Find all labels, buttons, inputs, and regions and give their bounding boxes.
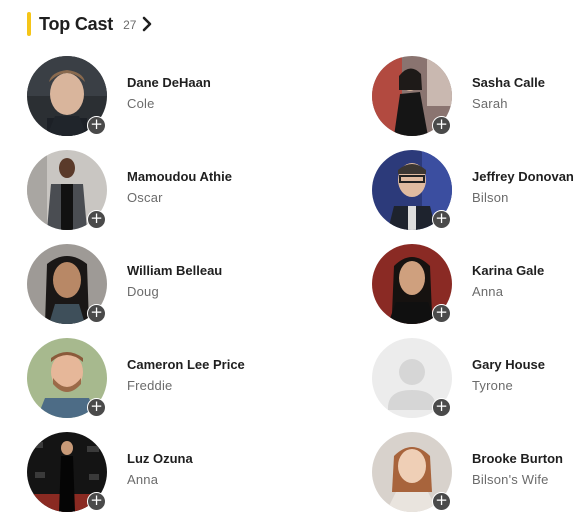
actor-name[interactable]: Gary House <box>472 356 545 374</box>
actor-name[interactable]: William Belleau <box>127 262 222 280</box>
character-name[interactable]: Anna <box>127 471 193 489</box>
cast-member[interactable]: + Dane DeHaan Cole <box>27 55 211 137</box>
character-name[interactable]: Sarah <box>472 95 545 113</box>
actor-name[interactable]: Sasha Calle <box>472 74 545 92</box>
add-icon[interactable]: + <box>87 398 106 417</box>
add-icon[interactable]: + <box>432 210 451 229</box>
cast-member[interactable]: + Luz Ozuna Anna <box>27 431 193 513</box>
character-name[interactable]: Bilson's Wife <box>472 471 563 489</box>
character-name[interactable]: Tyrone <box>472 377 545 395</box>
avatar-container: + <box>27 338 107 418</box>
character-name[interactable]: Oscar <box>127 189 232 207</box>
avatar-container: + <box>27 56 107 136</box>
add-icon[interactable]: + <box>432 116 451 135</box>
actor-name[interactable]: Jeffrey Donovan <box>472 168 574 186</box>
cast-member[interactable]: + Sasha Calle Sarah <box>372 55 545 137</box>
actor-name[interactable]: Brooke Burton <box>472 450 563 468</box>
section-header: Top Cast 27 <box>27 12 155 36</box>
cast-count: 27 <box>123 18 137 32</box>
add-icon[interactable]: + <box>87 210 106 229</box>
accent-bar <box>27 12 31 36</box>
character-name[interactable]: Freddie <box>127 377 245 395</box>
character-name[interactable]: Cole <box>127 95 211 113</box>
avatar-container: + <box>27 432 107 512</box>
actor-name[interactable]: Mamoudou Athie <box>127 168 232 186</box>
actor-name[interactable]: Dane DeHaan <box>127 74 211 92</box>
avatar-container: + <box>372 338 452 418</box>
cast-member[interactable]: + Gary House Tyrone <box>372 337 545 419</box>
add-icon[interactable]: + <box>87 116 106 135</box>
add-icon[interactable]: + <box>432 304 451 323</box>
add-icon[interactable]: + <box>87 492 106 511</box>
cast-member[interactable]: + Jeffrey Donovan Bilson <box>372 149 574 231</box>
cast-member[interactable]: + Mamoudou Athie Oscar <box>27 149 232 231</box>
avatar-container: + <box>372 56 452 136</box>
character-name[interactable]: Anna <box>472 283 544 301</box>
cast-member[interactable]: + Brooke Burton Bilson's Wife <box>372 431 563 513</box>
cast-member[interactable]: + William Belleau Doug <box>27 243 222 325</box>
actor-name[interactable]: Cameron Lee Price <box>127 356 245 374</box>
add-icon[interactable]: + <box>432 398 451 417</box>
chevron-right-icon[interactable] <box>141 15 155 33</box>
cast-member[interactable]: + Cameron Lee Price Freddie <box>27 337 245 419</box>
actor-name[interactable]: Luz Ozuna <box>127 450 193 468</box>
avatar-container: + <box>372 244 452 324</box>
avatar-container: + <box>372 432 452 512</box>
avatar-container: + <box>372 150 452 230</box>
character-name[interactable]: Doug <box>127 283 222 301</box>
add-icon[interactable]: + <box>87 304 106 323</box>
section-title[interactable]: Top Cast <box>39 14 113 35</box>
character-name[interactable]: Bilson <box>472 189 574 207</box>
avatar-container: + <box>27 244 107 324</box>
avatar-container: + <box>27 150 107 230</box>
add-icon[interactable]: + <box>432 492 451 511</box>
actor-name[interactable]: Karina Gale <box>472 262 544 280</box>
cast-member[interactable]: + Karina Gale Anna <box>372 243 544 325</box>
